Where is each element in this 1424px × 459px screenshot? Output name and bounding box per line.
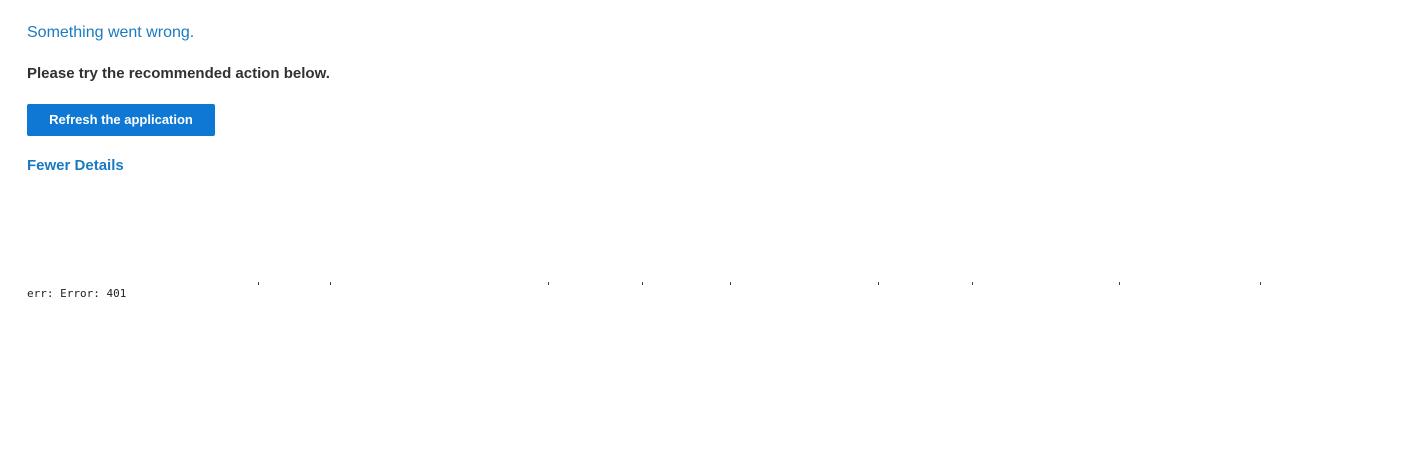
detail-artifact bbox=[972, 282, 973, 285]
detail-artifact bbox=[548, 282, 549, 285]
detail-artifact bbox=[730, 282, 731, 285]
detail-artifact bbox=[1119, 282, 1120, 285]
error-page: Something went wrong. Please try the rec… bbox=[27, 0, 1424, 459]
detail-artifact bbox=[642, 282, 643, 285]
error-details-panel: err: Error: 401 bbox=[27, 276, 1287, 306]
error-instruction: Please try the recommended action below. bbox=[27, 65, 330, 82]
error-detail-text: err: Error: 401 bbox=[27, 287, 127, 300]
detail-artifact bbox=[1260, 282, 1261, 285]
fewer-details-link[interactable]: Fewer Details bbox=[27, 156, 124, 176]
error-headline: Something went wrong. bbox=[27, 24, 195, 41]
refresh-application-button[interactable]: Refresh the application bbox=[27, 104, 215, 136]
detail-artifact bbox=[878, 282, 879, 285]
detail-artifact bbox=[258, 282, 259, 285]
detail-artifact bbox=[330, 282, 331, 285]
